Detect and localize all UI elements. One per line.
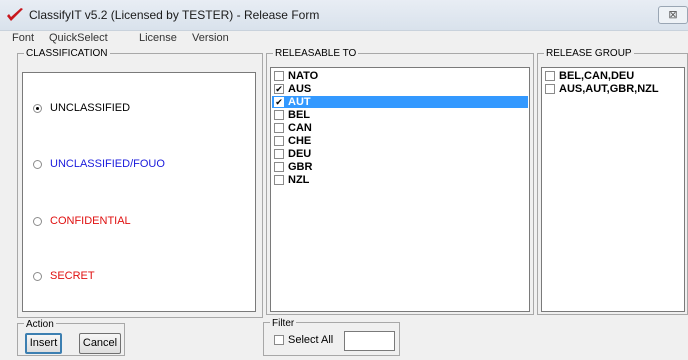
radio-unclassified[interactable]: UNCLASSIFIED (33, 100, 130, 116)
item-label: BEL (288, 109, 310, 121)
releasable-to-group: RELEASABLE TO NATO ✔ AUS ✔ AUT BEL CAN CHE DEU GB… (266, 48, 534, 315)
item-checkbox[interactable] (274, 149, 284, 159)
list-item[interactable]: ✔ AUT (272, 96, 528, 108)
select-all-checkbox-row[interactable]: Select All (274, 334, 333, 346)
item-checkbox[interactable] (274, 110, 284, 120)
list-item[interactable]: CAN (272, 122, 528, 134)
item-checkbox[interactable]: ✔ (274, 84, 284, 94)
action-group: Action Insert Cancel (17, 319, 125, 356)
item-checkbox[interactable] (274, 123, 284, 133)
list-item[interactable]: CHE (272, 135, 528, 147)
list-item[interactable]: ✔ AUS (272, 83, 528, 95)
item-label: BEL,CAN,DEU (559, 70, 635, 82)
radio-label: UNCLASSIFIED/FOUO (50, 158, 165, 170)
radio-confidential[interactable]: CONFIDENTIAL (33, 213, 131, 229)
select-all-label: Select All (288, 334, 334, 346)
filter-group: Filter Select All (263, 318, 400, 356)
radio-label: CONFIDENTIAL (50, 215, 131, 227)
close-window-button[interactable]: ⊠ (658, 6, 688, 24)
item-checkbox[interactable] (274, 162, 284, 172)
item-checkbox[interactable] (545, 84, 555, 94)
item-label: CHE (288, 135, 312, 147)
item-label: GBR (288, 161, 313, 173)
list-item[interactable]: GBR (272, 161, 528, 173)
releasable-to-list[interactable]: NATO ✔ AUS ✔ AUT BEL CAN CHE DEU GBR NZL (270, 67, 530, 312)
action-legend: Action (24, 319, 56, 330)
list-item[interactable]: NATO (272, 70, 528, 82)
filter-legend: Filter (270, 318, 297, 329)
radio-unclassified-fouo[interactable]: UNCLASSIFIED/FOUO (33, 156, 165, 172)
radio-button[interactable] (33, 103, 42, 113)
close-icon: ⊠ (668, 9, 678, 21)
window-title: ClassifyIT v5.2 (Licensed by TESTER) - R… (29, 8, 320, 22)
menu-bar: Font QuickSelect License Version (0, 31, 688, 45)
menu-font[interactable]: Font (12, 31, 34, 45)
item-label: CAN (288, 122, 312, 134)
item-checkbox[interactable] (545, 71, 555, 81)
list-item[interactable]: AUS,AUT,GBR,NZL (543, 83, 683, 95)
list-item[interactable]: NZL (272, 174, 528, 186)
item-label: AUS (288, 83, 312, 95)
insert-button[interactable]: Insert (25, 333, 62, 354)
release-group-list[interactable]: BEL,CAN,DEU AUS,AUT,GBR,NZL (541, 67, 685, 312)
item-label: NATO (288, 70, 319, 82)
radio-button[interactable] (33, 159, 42, 169)
item-label: AUT (288, 96, 311, 108)
radio-button[interactable] (33, 271, 42, 281)
classification-legend: CLASSIFICATION (24, 48, 110, 59)
cancel-button[interactable]: Cancel (79, 333, 121, 354)
radio-label: SECRET (50, 270, 95, 282)
checkmark-app-icon (7, 8, 23, 21)
release-group-legend: RELEASE GROUP (544, 48, 634, 59)
item-label: AUS,AUT,GBR,NZL (559, 83, 659, 95)
item-label: DEU (288, 148, 312, 160)
menu-version[interactable]: Version (192, 31, 229, 45)
item-checkbox[interactable]: ✔ (274, 97, 284, 107)
select-all-checkbox[interactable] (274, 335, 284, 345)
item-checkbox[interactable] (274, 136, 284, 146)
classification-group: CLASSIFICATION UNCLASSIFIED UNCLASSIFIED… (17, 48, 263, 318)
list-item[interactable]: DEU (272, 148, 528, 160)
releasable-to-legend: RELEASABLE TO (273, 48, 359, 59)
release-group-group: RELEASE GROUP BEL,CAN,DEU AUS,AUT,GBR,NZL (537, 48, 688, 315)
radio-secret[interactable]: SECRET (33, 268, 95, 284)
title-bar: ClassifyIT v5.2 (Licensed by TESTER) - R… (0, 0, 688, 31)
item-checkbox[interactable] (274, 175, 284, 185)
classification-panel: UNCLASSIFIED UNCLASSIFIED/FOUO CONFIDENT… (22, 72, 256, 312)
radio-button[interactable] (33, 216, 42, 226)
filter-input[interactable] (344, 331, 395, 351)
item-checkbox[interactable] (274, 71, 284, 81)
list-item[interactable]: BEL,CAN,DEU (543, 70, 683, 82)
menu-quickselect[interactable]: QuickSelect (49, 31, 108, 45)
list-item[interactable]: BEL (272, 109, 528, 121)
radio-label: UNCLASSIFIED (50, 102, 131, 114)
menu-license[interactable]: License (139, 31, 177, 45)
item-label: NZL (288, 174, 310, 186)
